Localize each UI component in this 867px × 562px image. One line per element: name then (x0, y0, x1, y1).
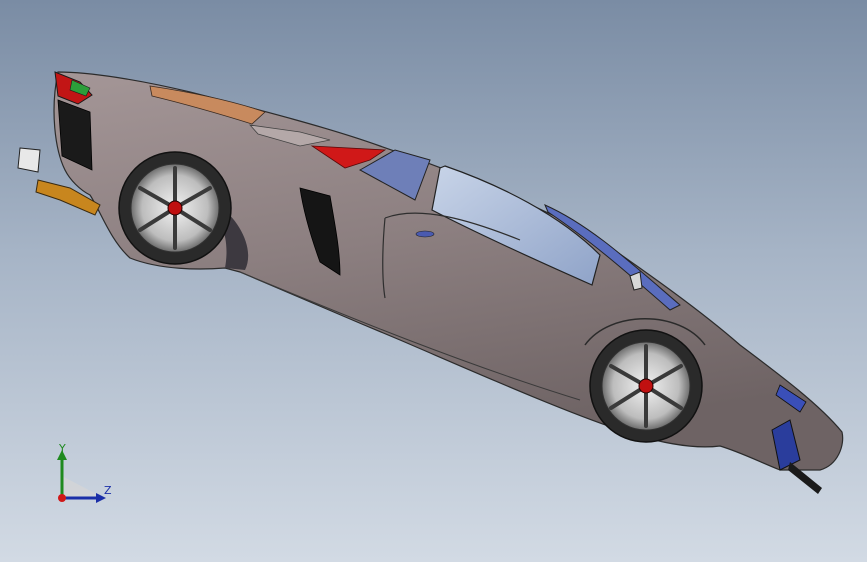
car-3d-model[interactable] (0, 0, 867, 562)
x-axis-origin (58, 494, 66, 502)
front-wheel[interactable] (589, 329, 703, 443)
y-axis-label: Y (59, 442, 66, 455)
rear-wheel-hub (167, 200, 183, 216)
front-wheel-hub (638, 378, 654, 394)
car-body[interactable] (53, 71, 844, 471)
view-orientation-triad[interactable]: Y Z (44, 438, 124, 512)
graphics-viewport[interactable]: Y Z (0, 0, 867, 562)
triad-graphic (57, 450, 106, 503)
door-handle[interactable] (415, 230, 435, 238)
z-axis-label: Z (104, 484, 112, 497)
exhaust-tip (17, 147, 41, 173)
rear-wheel[interactable] (118, 151, 232, 265)
